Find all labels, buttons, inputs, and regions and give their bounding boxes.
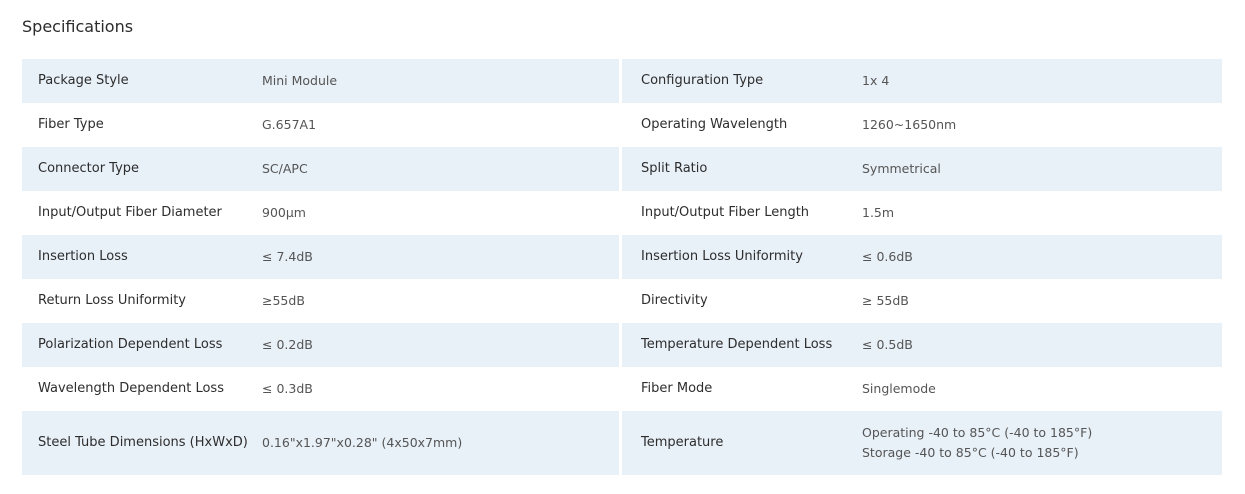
spec-row: Polarization Dependent Loss ≤ 0.2dB Temp… (22, 323, 1222, 367)
spec-value: Symmetrical (862, 147, 1222, 191)
spec-label: Directivity (641, 293, 708, 308)
spec-label: Split Ratio (622, 147, 862, 191)
spec-value: ≤ 0.6dB (862, 235, 1222, 279)
spec-value: 900μm (262, 205, 306, 220)
spec-value-line: Storage -40 to 85°C (-40 to 185°F) (862, 445, 1079, 460)
spec-label: Fiber Mode (641, 381, 713, 396)
spec-value: ≥ 55dB (862, 293, 909, 308)
spec-label: Package Style (22, 59, 262, 103)
spec-label: Fiber Type (38, 117, 104, 132)
spec-value: ≥55dB (262, 293, 305, 308)
spec-value: Operating -40 to 85°C (-40 to 185°F) Sto… (862, 411, 1222, 475)
spec-row: Steel Tube Dimensions (HxWxD) 0.16"x1.97… (22, 411, 1222, 475)
spec-label: Insertion Loss Uniformity (622, 235, 862, 279)
spec-label: Return Loss Uniformity (38, 293, 186, 308)
specifications-table: Package Style Mini Module Configuration … (22, 59, 1222, 475)
spec-label: Polarization Dependent Loss (22, 323, 262, 367)
spec-value: ≤ 0.3dB (262, 381, 313, 396)
spec-value: ≤ 7.4dB (262, 235, 619, 279)
spec-value: 1.5m (862, 205, 895, 220)
spec-label: Insertion Loss (22, 235, 262, 279)
spec-value: Singlemode (862, 381, 936, 396)
spec-value: SC/APC (262, 147, 619, 191)
spec-row: Input/Output Fiber Diameter 900μm Input/… (22, 191, 1222, 235)
spec-label: Steel Tube Dimensions (HxWxD) (22, 411, 262, 475)
spec-value: G.657A1 (262, 117, 317, 132)
spec-row: Return Loss Uniformity ≥55dB Directivity… (22, 279, 1222, 323)
spec-value: 1x 4 (862, 59, 1222, 103)
spec-label: Configuration Type (622, 59, 862, 103)
spec-value: 1260~1650nm (862, 117, 957, 132)
spec-value: ≤ 0.5dB (862, 323, 1222, 367)
spec-row: Insertion Loss ≤ 7.4dB Insertion Loss Un… (22, 235, 1222, 279)
spec-value-line: Operating -40 to 85°C (-40 to 185°F) (862, 425, 1093, 440)
spec-value: ≤ 0.2dB (262, 323, 619, 367)
spec-label: Input/Output Fiber Length (641, 205, 810, 220)
spec-row: Wavelength Dependent Loss ≤ 0.3dB Fiber … (22, 367, 1222, 411)
spec-label: Temperature Dependent Loss (622, 323, 862, 367)
spec-value: 0.16"x1.97"x0.28" (4x50x7mm) (262, 411, 619, 475)
section-heading: Specifications (22, 17, 134, 36)
spec-row: Connector Type SC/APC Split Ratio Symmet… (22, 147, 1222, 191)
spec-label: Operating Wavelength (641, 117, 788, 132)
spec-label: Input/Output Fiber Diameter (38, 205, 222, 220)
spec-row: Package Style Mini Module Configuration … (22, 59, 1222, 103)
spec-value: Mini Module (262, 59, 619, 103)
spec-label: Wavelength Dependent Loss (38, 381, 224, 396)
spec-row: Fiber Type G.657A1 Operating Wavelength … (22, 103, 1222, 147)
spec-label: Temperature (622, 411, 862, 475)
spec-label: Connector Type (22, 147, 262, 191)
